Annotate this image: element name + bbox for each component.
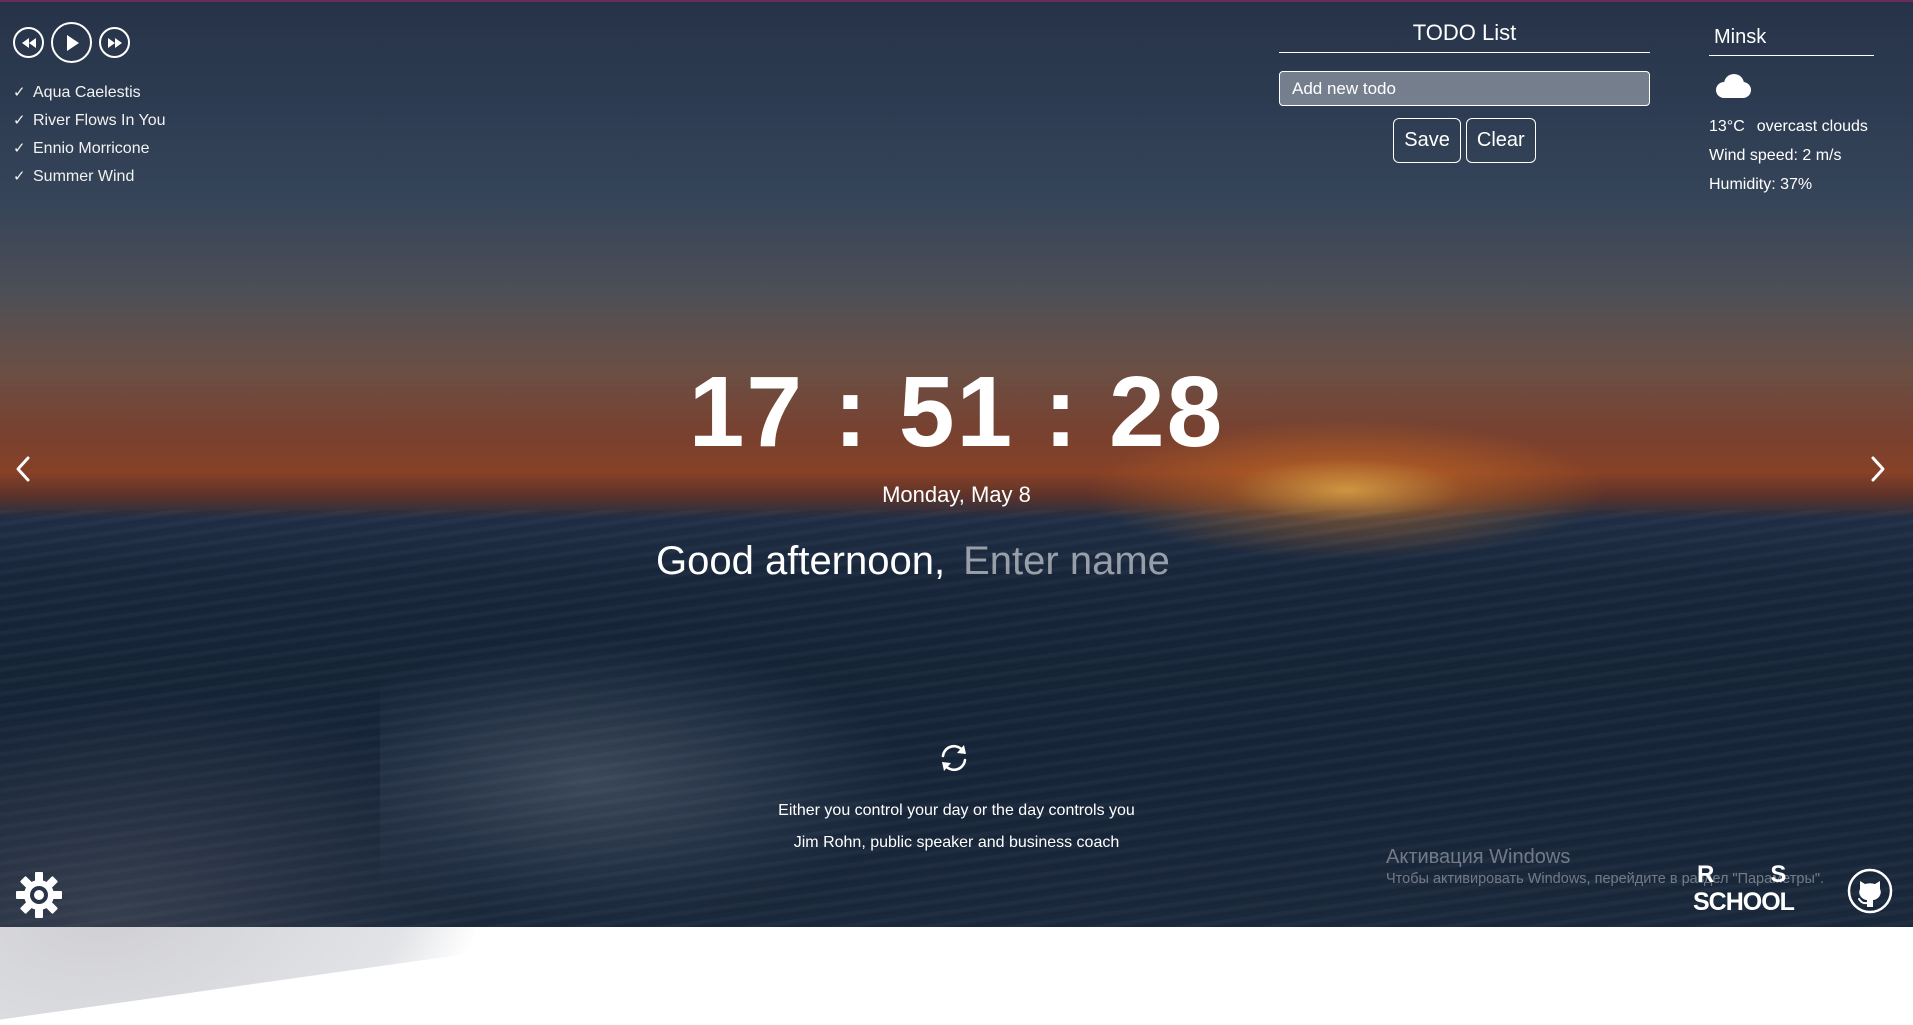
- gear-icon: [16, 872, 62, 918]
- quote-text: Either you control your day or the day c…: [778, 802, 1135, 819]
- check-icon: ✓: [13, 168, 26, 185]
- playlist-item[interactable]: ✓ Ennio Morricone: [13, 135, 166, 163]
- weather-widget: Minsk 13°C overcast clouds Wind speed: 2 …: [1709, 22, 1879, 199]
- name-input[interactable]: [963, 535, 1224, 587]
- play-prev-button[interactable]: [13, 27, 44, 58]
- cloud-icon: [1711, 72, 1879, 104]
- city-input[interactable]: Minsk: [1709, 22, 1874, 56]
- playlist: ✓ Aqua Caelestis ✓ River Flows In You ✓ …: [13, 79, 166, 191]
- temperature: 13°C: [1709, 118, 1745, 135]
- fast-forward-icon: [107, 37, 122, 48]
- play-next-button[interactable]: [99, 27, 130, 58]
- playlist-item[interactable]: ✓ Aqua Caelestis: [13, 79, 166, 107]
- player-controls: [13, 22, 166, 63]
- clock-time: 17 : 51 : 28: [688, 356, 1225, 468]
- logo-bottom-text: SCHOOL: [1693, 888, 1795, 916]
- clock-date: Monday, May 8: [882, 482, 1031, 507]
- todo-widget: TODO List Save Clear: [1279, 20, 1650, 163]
- weather-description: overcast clouds: [1756, 118, 1868, 135]
- play-button[interactable]: [51, 22, 92, 63]
- playlist-item[interactable]: ✓ River Flows In You: [13, 107, 166, 135]
- todo-title: TODO List: [1279, 20, 1650, 53]
- settings-button[interactable]: [14, 870, 64, 920]
- refresh-icon: [941, 744, 967, 772]
- greeting-text: Good afternoon,: [656, 539, 946, 583]
- weather-temp-row: 13°C overcast clouds: [1709, 112, 1879, 141]
- wind-speed: Wind speed: 2 m/s: [1709, 147, 1842, 164]
- rs-school-logo[interactable]: RS SCHOOL: [1693, 862, 1833, 918]
- rewind-icon: [21, 37, 36, 48]
- save-button[interactable]: Save: [1393, 118, 1461, 163]
- change-quote-button[interactable]: [936, 740, 972, 776]
- github-icon: [1847, 868, 1893, 914]
- track-title: Summer Wind: [33, 168, 135, 185]
- logo-top-text: RS: [1697, 861, 1843, 888]
- play-icon: [66, 34, 79, 51]
- humidity: Humidity: 37%: [1709, 176, 1813, 193]
- track-title: River Flows In You: [33, 112, 166, 129]
- github-link[interactable]: [1846, 867, 1894, 915]
- top-border: [0, 0, 1913, 2]
- todo-input[interactable]: [1279, 71, 1650, 106]
- track-title: Aqua Caelestis: [33, 84, 141, 101]
- track-title: Ennio Morricone: [33, 140, 150, 157]
- greeting-container: Good afternoon,: [656, 535, 1224, 587]
- check-icon: ✓: [13, 140, 26, 157]
- playlist-item[interactable]: ✓ Summer Wind: [13, 163, 166, 191]
- clear-button[interactable]: Clear: [1465, 118, 1536, 163]
- audio-player: ✓ Aqua Caelestis ✓ River Flows In You ✓ …: [13, 22, 166, 191]
- check-icon: ✓: [13, 112, 26, 129]
- check-icon: ✓: [13, 84, 26, 101]
- todo-buttons: Save Clear: [1279, 118, 1650, 163]
